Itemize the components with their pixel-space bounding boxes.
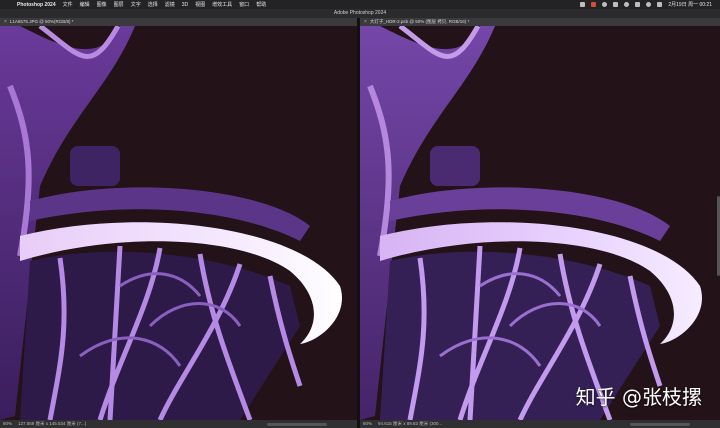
status-area: 2月19日 周一 00:21 xyxy=(580,1,720,8)
app-status-icon[interactable] xyxy=(591,2,597,7)
menu-clock[interactable]: 2月19日 周一 00:21 xyxy=(668,1,712,8)
left-canvas-image[interactable] xyxy=(0,26,357,420)
menu-type[interactable]: 文字 xyxy=(131,1,141,8)
input-method-icon[interactable] xyxy=(580,2,586,7)
wifi-icon[interactable] xyxy=(635,2,641,7)
zoom-level[interactable]: 50% xyxy=(363,420,372,428)
search-icon[interactable] xyxy=(646,2,652,7)
menu-plugins[interactable]: 增效工具 xyxy=(212,1,232,8)
right-canvas-image[interactable] xyxy=(360,26,720,420)
menu-image[interactable]: 图像 xyxy=(97,1,107,8)
wechat-icon[interactable] xyxy=(602,2,608,7)
menu-window[interactable]: 窗口 xyxy=(239,1,249,8)
menu-view[interactable]: 视图 xyxy=(195,1,205,8)
menu-select[interactable]: 选择 xyxy=(148,1,158,8)
menu-3d[interactable]: 3D xyxy=(182,2,188,8)
menu-file[interactable]: 文件 xyxy=(63,1,73,8)
menu-layer[interactable]: 图层 xyxy=(114,1,124,8)
right-status-bar: 50% 94.615 厘米 x 89.83 厘米 (300... xyxy=(360,420,720,428)
apple-icon[interactable] xyxy=(6,2,12,8)
menu-edit[interactable]: 编辑 xyxy=(80,1,90,8)
tab-label: 大灯子_HDR-2.psb @ 50% (图层 拷贝, RGB/16) * xyxy=(369,19,470,24)
menu-bar: Photoshop 2024 文件 编辑 图像 图层 文字 选择 滤镜 3D 视… xyxy=(0,0,720,9)
watermark-text: 知乎 @张枝摞 xyxy=(575,385,702,409)
horizontal-scrollbar[interactable] xyxy=(630,422,690,426)
left-document-pane: × L1A6575.JPG @ 50%(RGB/8) * 50% 127.559… xyxy=(0,18,357,428)
display-icon[interactable] xyxy=(624,2,630,7)
tower-photo-hdr xyxy=(360,26,720,420)
close-icon[interactable]: × xyxy=(4,18,7,26)
dropbox-icon[interactable] xyxy=(613,2,619,7)
menu-help[interactable]: 帮助 xyxy=(256,1,266,8)
tab-label: L1A6575.JPG @ 50%(RGB/8) * xyxy=(9,19,74,24)
zoom-level[interactable]: 50% xyxy=(3,420,12,428)
tab-right-document[interactable]: × 大灯子_HDR-2.psb @ 50% (图层 拷贝, RGB/16) * xyxy=(360,18,720,26)
horizontal-scrollbar[interactable] xyxy=(267,422,327,426)
menu-filter[interactable]: 滤镜 xyxy=(165,1,175,8)
tab-left-document[interactable]: × L1A6575.JPG @ 50%(RGB/8) * xyxy=(0,18,357,26)
menu-app-name[interactable]: Photoshop 2024 xyxy=(17,2,56,8)
document-info[interactable]: 94.615 厘米 x 89.83 厘米 (300... xyxy=(378,420,442,428)
tower-photo-original xyxy=(0,26,357,420)
right-document-pane: × 大灯子_HDR-2.psb @ 50% (图层 拷贝, RGB/16) * xyxy=(360,18,720,428)
left-status-bar: 50% 127.559 厘米 x 145.534 厘米 (7...) xyxy=(0,420,357,428)
close-icon[interactable]: × xyxy=(364,18,367,26)
document-info[interactable]: 127.559 厘米 x 145.534 厘米 (7...) xyxy=(18,420,86,428)
window-title: Adobe Photoshop 2024 xyxy=(0,9,720,18)
control-center-icon[interactable] xyxy=(657,2,663,7)
